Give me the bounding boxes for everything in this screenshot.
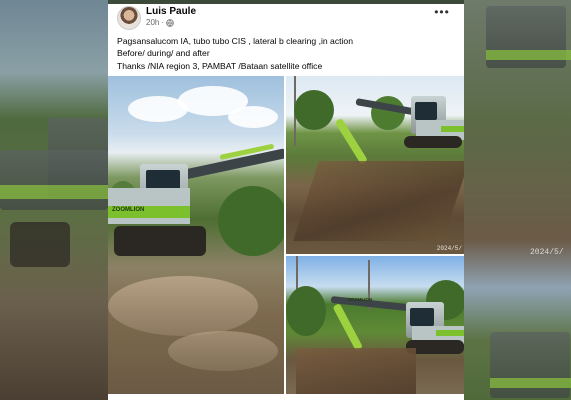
caption-line: Pagsansalucom IA, tubo tubo CIS , latera… <box>117 36 353 46</box>
background-excavator-body <box>0 150 108 210</box>
photo-during[interactable]: 2024/5/ <box>286 76 464 254</box>
post-card: Luis Paule 20h · ••• Pagsansalucom IA, t… <box>108 4 464 400</box>
tree <box>286 286 326 336</box>
excavator-window <box>415 102 437 120</box>
excavator-brand: ZOOMLION <box>112 207 145 213</box>
excavator-window <box>410 308 434 326</box>
excavator-arm-green <box>334 117 368 165</box>
background-excavator-bottom <box>490 332 570 398</box>
post-time[interactable]: 20h <box>146 18 159 27</box>
post-caption: Pagsansalucom IA, tubo tubo CIS , latera… <box>117 35 457 72</box>
background-green-stripe-right <box>486 50 571 60</box>
background-green-stripe <box>0 185 108 199</box>
excavator-green-stripe <box>436 330 464 336</box>
post-header: Luis Paule 20h · ••• <box>108 4 464 32</box>
background-excavator-track <box>10 222 70 267</box>
globe-icon <box>166 18 174 27</box>
excavator-brand: ZOOMLION <box>348 297 373 302</box>
puddle <box>168 331 278 371</box>
photo-before[interactable]: ZOOMLION <box>108 76 284 394</box>
tree <box>218 186 284 256</box>
excavator-track <box>114 226 206 256</box>
photo-timestamp: 2024/5/ <box>436 245 462 252</box>
excavator-green-stripe <box>441 126 464 132</box>
tree <box>294 90 334 130</box>
photo-after[interactable]: ZOOMLION <box>286 256 464 394</box>
dug-canal <box>293 161 464 241</box>
background-green-stripe-bottom <box>490 378 571 388</box>
background-timestamp: 2024/5/ <box>530 248 564 257</box>
puddle <box>108 276 258 336</box>
dug-canal <box>296 348 416 394</box>
more-options-icon[interactable]: ••• <box>432 6 452 21</box>
excavator-track <box>404 136 462 148</box>
cloud <box>228 106 278 128</box>
avatar[interactable] <box>117 6 141 30</box>
post-meta: 20h · <box>146 18 174 27</box>
author-name[interactable]: Luis Paule <box>146 6 196 17</box>
excavator-arm-green <box>332 303 364 352</box>
caption-line: Before/ during/ and after <box>117 48 210 59</box>
caption-line: Thanks /NIA region 3, PAMBAT /Bataan sat… <box>117 60 323 71</box>
